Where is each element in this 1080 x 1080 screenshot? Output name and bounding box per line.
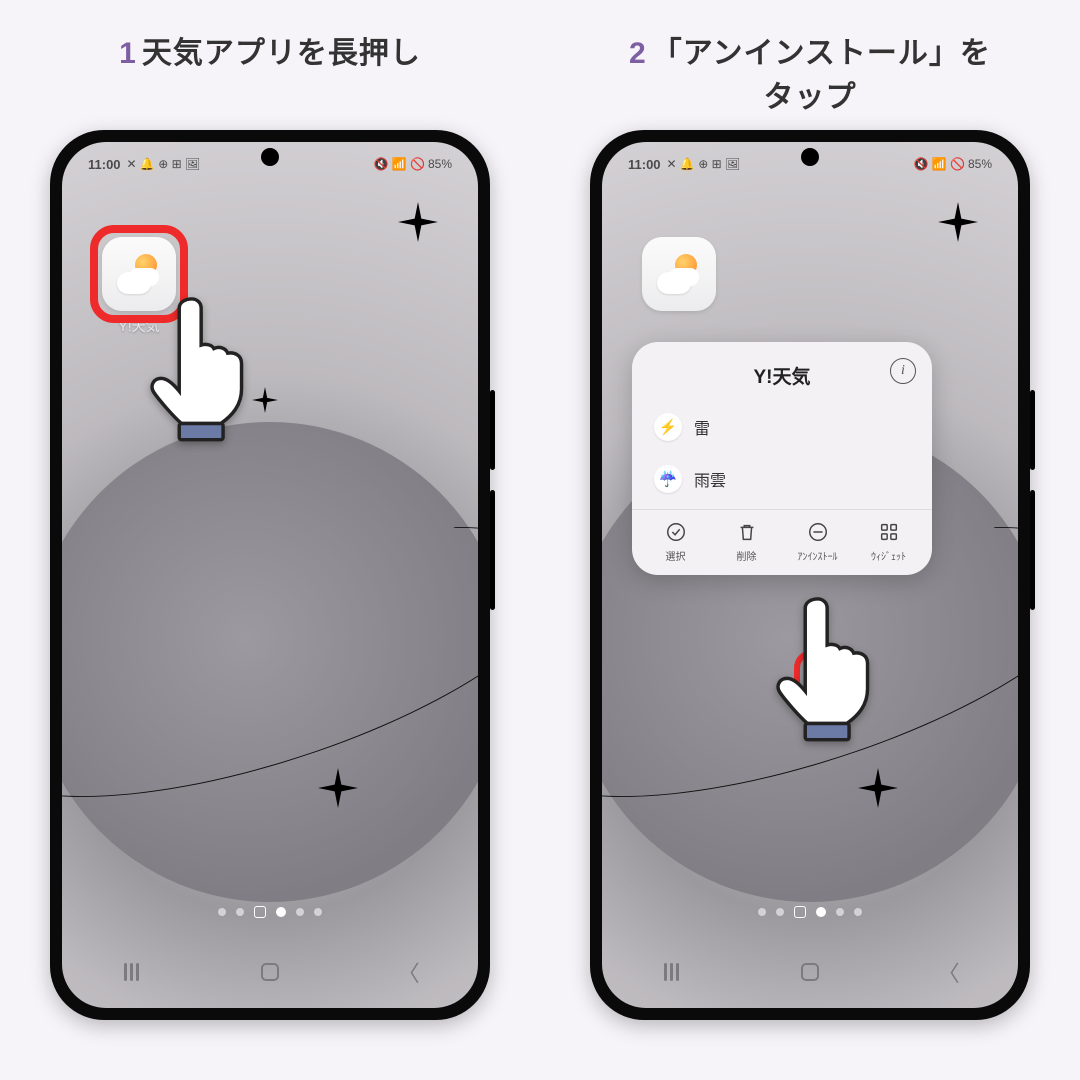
home-screen-2[interactable]: 11:00 ✕ 🔔 ⊕ ⊞ 🖼 🔇 📶 🚫 85% xyxy=(602,142,1018,1008)
page-dot[interactable] xyxy=(854,908,862,916)
step-2-header: 2「アンインストール」を タップ xyxy=(540,28,1080,116)
tutorial-canvas: 1天気アプリを長押し 2「アンインストール」を タップ 11:00 ✕ 🔔 ⊕ … xyxy=(0,0,1080,1080)
page-dot-active[interactable] xyxy=(276,907,286,917)
step-headers: 1天気アプリを長押し 2「アンインストール」を タップ xyxy=(0,0,1080,116)
check-circle-icon xyxy=(664,520,688,544)
action-label: ｳｨｼﾞｪｯﾄ xyxy=(871,548,906,563)
page-dot[interactable] xyxy=(314,908,322,916)
popup-header: Y!天気 i xyxy=(632,360,932,401)
page-dot[interactable] xyxy=(776,908,784,916)
phone-frame-2: 11:00 ✕ 🔔 ⊕ ⊞ 🖼 🔇 📶 🚫 85% xyxy=(590,130,1030,1020)
status-left-icons: ✕ 🔔 ⊕ ⊞ 🖼 xyxy=(127,157,201,171)
action-label: ｱﾝｲﾝｽﾄｰﾙ xyxy=(798,548,838,563)
page-dot[interactable] xyxy=(296,908,304,916)
step-1-header: 1天気アプリを長押し xyxy=(0,28,540,116)
action-uninstall[interactable]: ｱﾝｲﾝｽﾄｰﾙ xyxy=(783,520,853,563)
cloud-icon xyxy=(657,272,691,294)
pointing-hand-icon xyxy=(766,592,886,747)
status-time: 11:00 xyxy=(628,157,661,172)
shortcut-item-thunder[interactable]: ⚡ 雷 xyxy=(632,401,932,453)
sparkle-icon xyxy=(938,202,978,242)
action-label: 選択 xyxy=(666,548,686,563)
phone-row: 11:00 ✕ 🔔 ⊕ ⊞ 🖼 🔇 📶 🚫 85% xyxy=(0,130,1080,1020)
action-widget[interactable]: ｳｨｼﾞｪｯﾄ xyxy=(854,520,924,563)
page-dot[interactable] xyxy=(836,908,844,916)
step-1-number: 1 xyxy=(119,37,136,70)
nav-recents-button[interactable] xyxy=(101,953,161,991)
page-dot-active[interactable] xyxy=(816,907,826,917)
nav-home-button[interactable] xyxy=(780,953,840,991)
home-screen-1[interactable]: 11:00 ✕ 🔔 ⊕ ⊞ 🖼 🔇 📶 🚫 85% xyxy=(62,142,478,1008)
status-right-icons: 🔇 📶 🚫 xyxy=(913,157,965,171)
sparkle-icon xyxy=(398,202,438,242)
context-menu-popup: Y!天気 i ⚡ 雷 ☔ 雨雲 選択 xyxy=(632,342,932,575)
sparkle-icon xyxy=(318,768,358,808)
battery-text: 85% xyxy=(968,157,992,171)
trash-icon xyxy=(735,520,759,544)
pointing-hand-icon xyxy=(140,292,260,447)
navigation-bar: 〈 xyxy=(62,936,478,1008)
phone-frame-1: 11:00 ✕ 🔔 ⊕ ⊞ 🖼 🔇 📶 🚫 85% xyxy=(50,130,490,1020)
front-camera-icon xyxy=(801,148,819,166)
page-dot[interactable] xyxy=(758,908,766,916)
action-label: 削除 xyxy=(737,548,757,563)
step-2-title-line2: タップ xyxy=(540,72,1080,116)
nav-recents-button[interactable] xyxy=(641,953,701,991)
page-home-icon[interactable] xyxy=(254,906,266,918)
shortcut-label: 雨雲 xyxy=(694,467,726,491)
page-indicator[interactable] xyxy=(602,906,1018,918)
grid-icon xyxy=(877,520,901,544)
status-right-icons: 🔇 📶 🚫 xyxy=(373,157,425,171)
info-button[interactable]: i xyxy=(890,358,916,384)
weather-app-icon[interactable] xyxy=(642,237,716,311)
shortcut-item-raincloud[interactable]: ☔ 雨雲 xyxy=(632,453,932,505)
step-2-title: 「アンインストール」を xyxy=(652,37,991,70)
bolt-icon: ⚡ xyxy=(654,413,682,441)
nav-home-button[interactable] xyxy=(240,953,300,991)
action-select[interactable]: 選択 xyxy=(641,520,711,563)
front-camera-icon xyxy=(261,148,279,166)
popup-actions-row: 選択 削除 ｱﾝｲﾝｽﾄｰﾙ ｳｨｼﾞｪｯﾄ xyxy=(632,509,932,563)
navigation-bar: 〈 xyxy=(602,936,1018,1008)
weather-glyph-icon xyxy=(657,252,701,296)
page-dot[interactable] xyxy=(218,908,226,916)
action-remove[interactable]: 削除 xyxy=(712,520,782,563)
popup-title: Y!天気 xyxy=(753,362,810,389)
status-left-icons: ✕ 🔔 ⊕ ⊞ 🖼 xyxy=(667,157,741,171)
sparkle-icon xyxy=(858,768,898,808)
status-time: 11:00 xyxy=(88,157,121,172)
battery-text: 85% xyxy=(428,157,452,171)
step-1-title: 天気アプリを長押し xyxy=(142,37,421,70)
nav-back-button[interactable]: 〈 xyxy=(919,953,979,991)
page-dot[interactable] xyxy=(236,908,244,916)
shortcut-label: 雷 xyxy=(694,415,710,439)
nav-back-button[interactable]: 〈 xyxy=(379,953,439,991)
page-indicator[interactable] xyxy=(62,906,478,918)
step-2-number: 2 xyxy=(629,37,646,70)
page-home-icon[interactable] xyxy=(794,906,806,918)
rain-icon: ☔ xyxy=(654,465,682,493)
minus-circle-icon xyxy=(806,520,830,544)
